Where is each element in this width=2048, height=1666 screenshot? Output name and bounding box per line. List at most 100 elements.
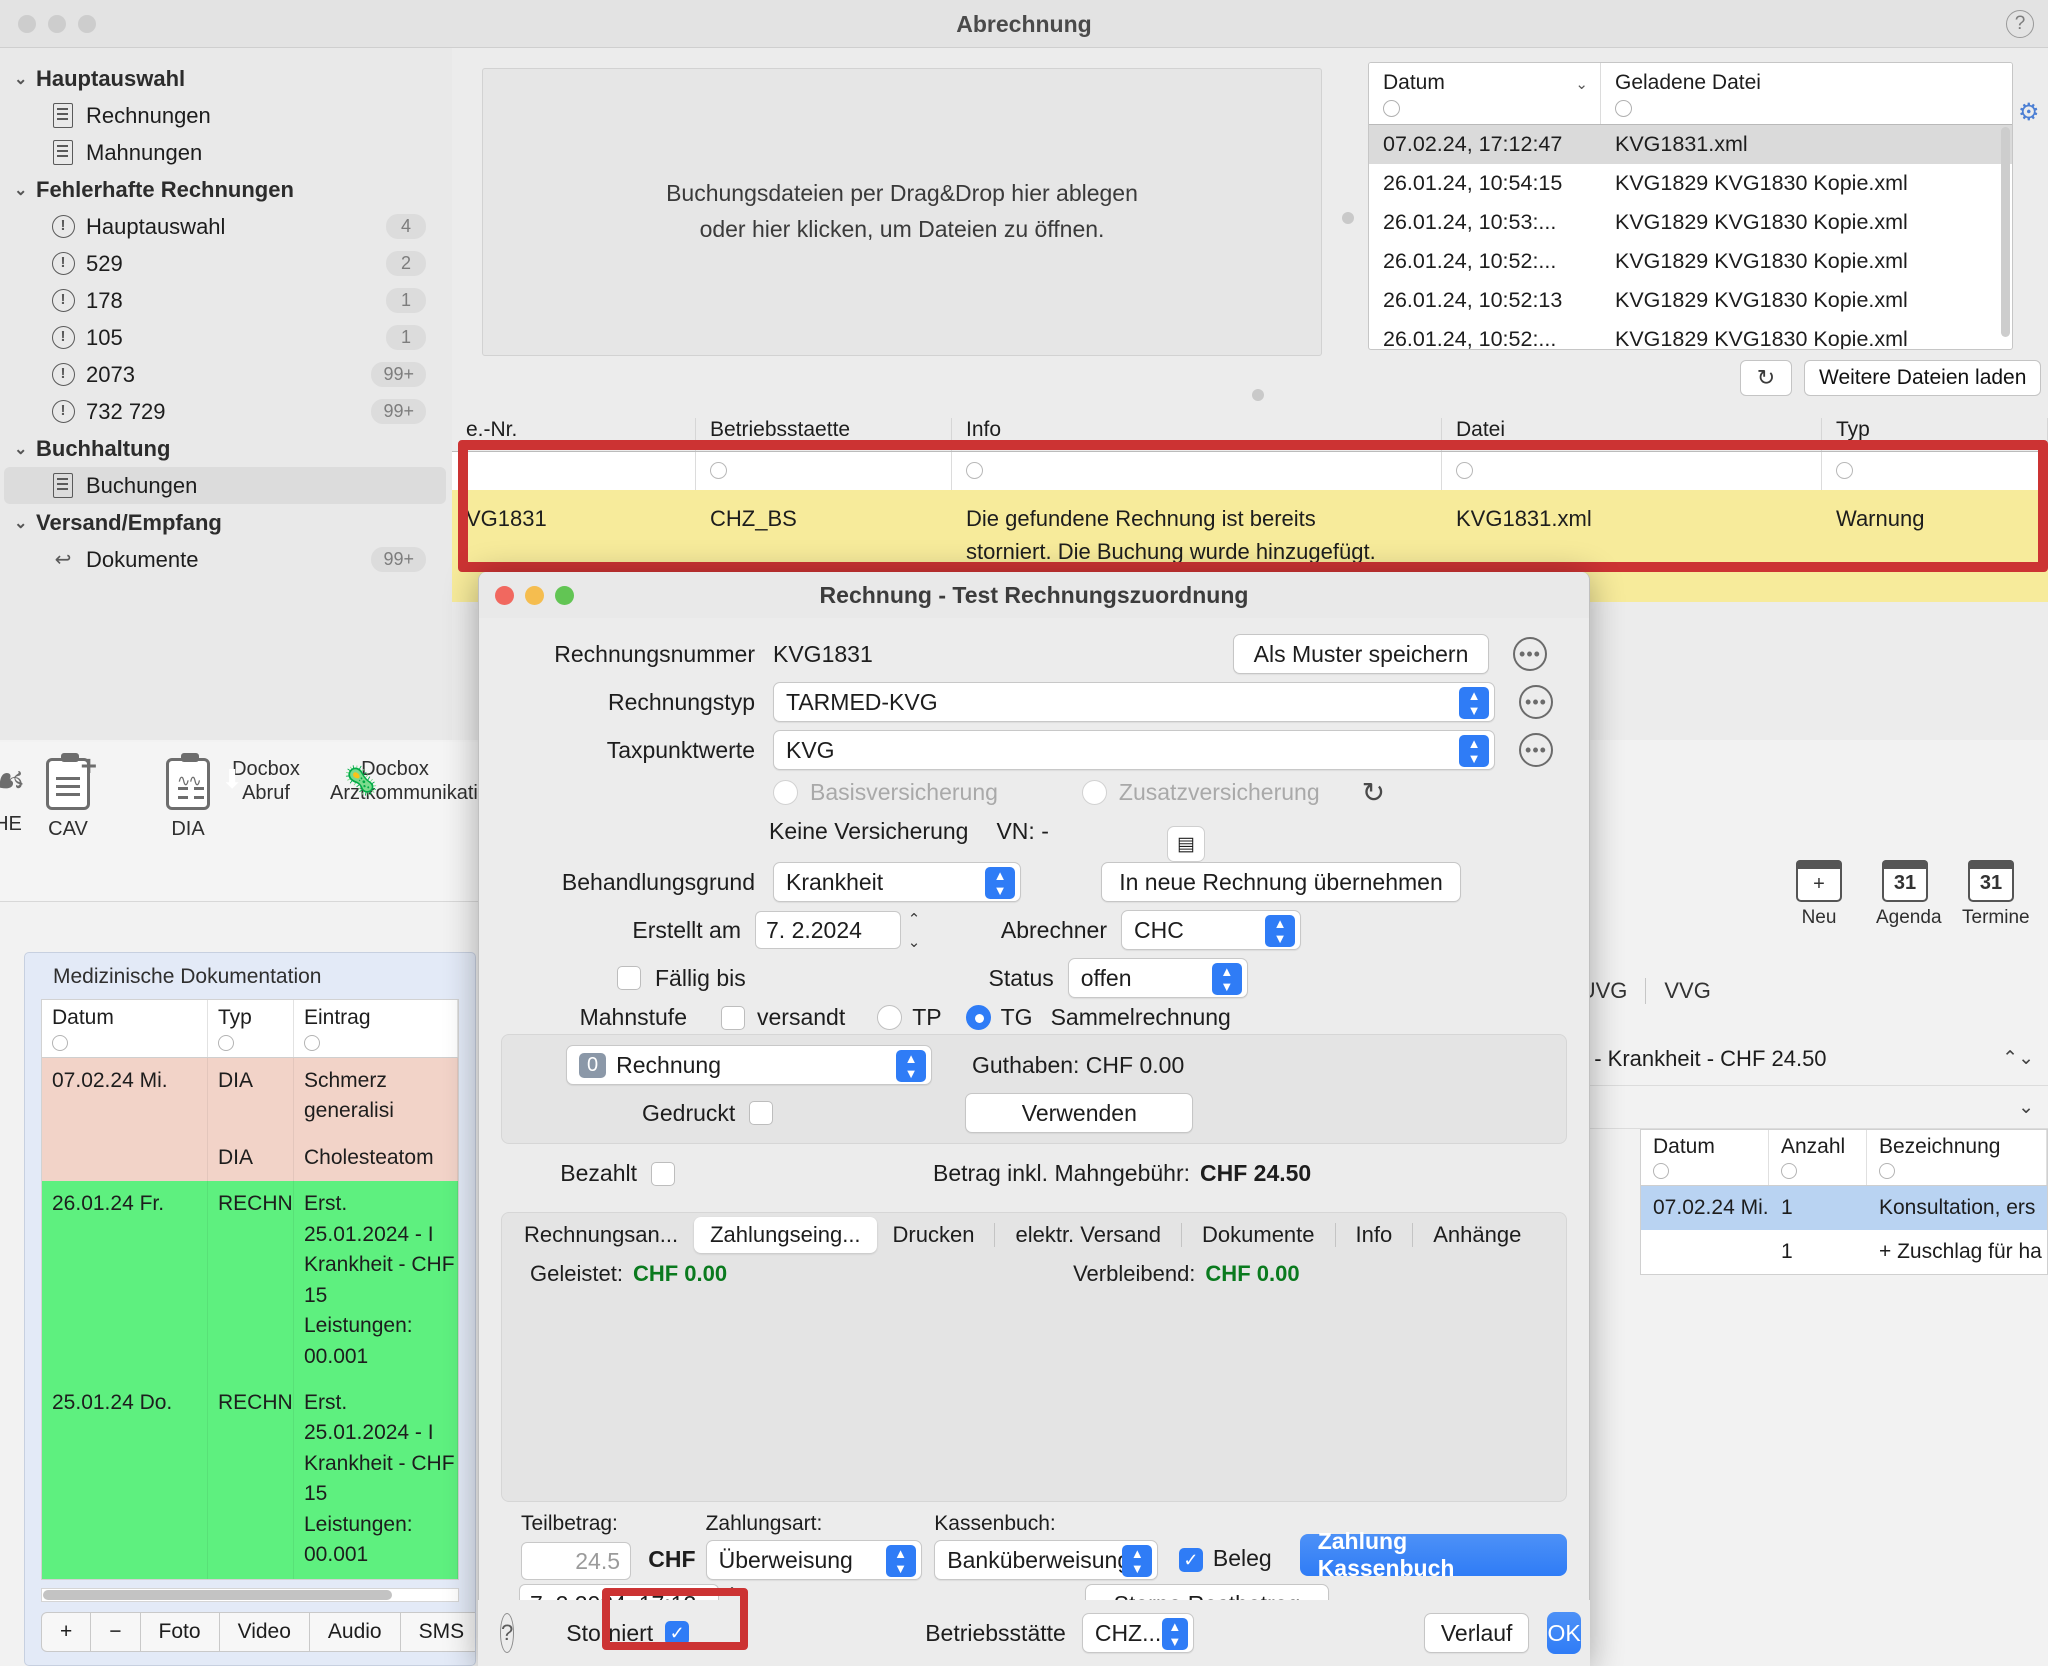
column-header-betriebsstaette[interactable]: Betriebsstaette bbox=[696, 418, 952, 451]
table-row[interactable]: 26.01.24, 10:53:... KVG1829 KVG1830 Kopi… bbox=[1369, 203, 2012, 242]
more-options-icon[interactable]: ••• bbox=[1519, 685, 1553, 719]
tab-drucken[interactable]: Drucken bbox=[877, 1217, 991, 1253]
toolbar-item-docbox-arztkommunikation[interactable]: 🦠 Docbox Arztkommunikatio bbox=[330, 758, 489, 805]
basisversicherung-radio[interactable] bbox=[773, 780, 798, 805]
gedruckt-checkbox[interactable] bbox=[749, 1101, 774, 1125]
more-options-icon[interactable]: ••• bbox=[1519, 733, 1553, 767]
neue-rechnung-uebernehmen-button[interactable]: In neue Rechnung übernehmen bbox=[1101, 862, 1461, 902]
column-header-anzahl[interactable]: Anzahl bbox=[1769, 1130, 1867, 1185]
toolbar-item-docbox-abruf[interactable]: ⬇ Docbox Abruf bbox=[218, 758, 314, 805]
table-row[interactable]: 26.01.24 Fr. RECHN Erst. 25.01.2024 - I … bbox=[42, 1181, 458, 1380]
table-row[interactable]: 1 + Zuschlag für ha bbox=[1641, 1230, 2047, 1274]
chevron-down-icon[interactable]: ⌄ bbox=[2018, 1096, 2034, 1119]
help-icon[interactable]: ? bbox=[500, 1613, 515, 1653]
load-more-files-button[interactable]: Weitere Dateien laden bbox=[1804, 360, 2042, 396]
audio-button[interactable]: Audio bbox=[309, 1611, 401, 1652]
sidebar-item-529[interactable]: ! 529 2 bbox=[0, 245, 452, 282]
foto-button[interactable]: Foto bbox=[140, 1611, 220, 1652]
column-header-datum[interactable]: Datum bbox=[1641, 1130, 1769, 1185]
verlauf-button[interactable]: Verlauf bbox=[1423, 1613, 1530, 1653]
table-row[interactable]: 07.02.24 Mi. 1 Konsultation, ers bbox=[1641, 1186, 2047, 1230]
column-header-bezeichnung[interactable]: Bezeichnung bbox=[1867, 1130, 2047, 1185]
teilbetrag-input[interactable]: 24.5 bbox=[521, 1542, 631, 1580]
filter-nr[interactable] bbox=[452, 452, 696, 490]
sidebar-group-buchhaltung[interactable]: ⌄ Buchhaltung bbox=[0, 430, 452, 467]
sidebar-item-mahnungen[interactable]: Mahnungen bbox=[0, 134, 452, 171]
column-header-typ[interactable]: Typ bbox=[1822, 418, 2048, 451]
filter-circle-icon[interactable] bbox=[1383, 100, 1400, 117]
taxpunktwerte-select[interactable]: KVG ▲ ▼ bbox=[773, 730, 1495, 770]
filter-circle-icon[interactable] bbox=[304, 1035, 320, 1051]
insurance-list-icon[interactable]: ▤ bbox=[1167, 826, 1205, 862]
toolbar-item-cav[interactable]: + CAV bbox=[20, 750, 116, 842]
save-pattern-button[interactable]: Als Muster speichern bbox=[1233, 634, 1489, 674]
table-row[interactable]: 26.01.24, 10:52:... KVG1829 KVG1830 Kopi… bbox=[1369, 320, 2012, 349]
sidebar-item-178[interactable]: ! 178 1 bbox=[0, 282, 452, 319]
neu-button[interactable]: + Neu bbox=[1790, 860, 1848, 929]
filter-circle-icon[interactable] bbox=[1781, 1163, 1797, 1179]
sidebar-item-105[interactable]: ! 105 1 bbox=[0, 319, 452, 356]
splitter-handle[interactable] bbox=[1342, 212, 1354, 224]
tab-dokumente[interactable]: Dokumente bbox=[1186, 1217, 1331, 1253]
reload-button[interactable]: ↻ bbox=[1740, 360, 1792, 396]
column-header-nr[interactable]: e.-Nr. bbox=[452, 418, 696, 451]
column-header-typ[interactable]: Typ bbox=[208, 1000, 294, 1057]
zahlungsart-select[interactable]: Überweisung ▲ ▼ bbox=[705, 1540, 922, 1580]
column-header-datum[interactable]: Datum bbox=[42, 1000, 208, 1057]
column-header-datum[interactable]: Datum ⌄ bbox=[1369, 63, 1601, 124]
tab-anhaenge[interactable]: Anhänge bbox=[1417, 1217, 1537, 1253]
table-row[interactable]: DIA Cholesteatom bbox=[42, 1134, 458, 1182]
sidebar-item-rechnungen[interactable]: Rechnungen bbox=[0, 97, 452, 134]
tp-radio[interactable] bbox=[877, 1005, 903, 1030]
filter-circle-icon[interactable] bbox=[1615, 100, 1632, 117]
filter-circle-icon[interactable] bbox=[1836, 462, 1853, 479]
zahlung-kassenbuch-button[interactable]: Zahlung Kassenbuch bbox=[1299, 1528, 1567, 1581]
more-options-icon[interactable]: ••• bbox=[1513, 637, 1547, 671]
sidebar-item-fehler-hauptauswahl[interactable]: ! Hauptauswahl 4 bbox=[0, 208, 452, 245]
filter-circle-icon[interactable] bbox=[1879, 1163, 1895, 1179]
filter-circle-icon[interactable] bbox=[966, 462, 983, 479]
sidebar-group-fehlerhafte-rechnungen[interactable]: ⌄ Fehlerhafte Rechnungen bbox=[0, 171, 452, 208]
termine-button[interactable]: 31 Termine bbox=[1962, 860, 2030, 929]
verwenden-button[interactable]: Verwenden bbox=[965, 1093, 1194, 1133]
storniert-checkbox[interactable]: ✓ bbox=[665, 1621, 690, 1645]
filter-typ[interactable] bbox=[1822, 452, 2048, 490]
gear-icon[interactable]: ⚙ bbox=[2018, 98, 2040, 127]
status-select[interactable]: offen ▲ ▼ bbox=[1067, 958, 1248, 998]
bezahlt-checkbox[interactable] bbox=[651, 1161, 675, 1186]
splitter-handle[interactable] bbox=[1252, 389, 1264, 401]
add-entry-button[interactable]: + bbox=[41, 1611, 92, 1652]
tab-info[interactable]: Info bbox=[1340, 1217, 1409, 1253]
filter-circle-icon[interactable] bbox=[218, 1035, 234, 1051]
behandlungsgrund-select[interactable]: Krankheit ▲ ▼ bbox=[773, 862, 1021, 902]
refresh-icon[interactable]: ↻ bbox=[1362, 776, 1385, 809]
filter-circle-icon[interactable] bbox=[52, 1035, 68, 1051]
agenda-button[interactable]: 31 Agenda bbox=[1876, 860, 1942, 929]
abrechner-select[interactable]: CHC ▲ ▼ bbox=[1121, 910, 1301, 950]
table-row[interactable]: 07.02.24 Mi. DIA Schmerz generalisi bbox=[42, 1058, 458, 1135]
table-row[interactable]: 26.01.24, 10:52:13 KVG1829 KVG1830 Kopie… bbox=[1369, 281, 2012, 320]
column-header-eintrag[interactable]: Eintrag bbox=[294, 1000, 458, 1057]
sidebar-item-buchungen[interactable]: Buchungen bbox=[4, 467, 446, 504]
versandt-checkbox[interactable] bbox=[721, 1005, 745, 1030]
chevron-updown-icon[interactable]: ⌃⌄ bbox=[2002, 1047, 2034, 1070]
ok-button[interactable]: OK bbox=[1547, 1612, 1581, 1654]
filter-circle-icon[interactable] bbox=[1456, 462, 1473, 479]
filter-circle-icon[interactable] bbox=[1653, 1163, 1669, 1179]
erstellt-am-field[interactable]: 7. 2.2024 bbox=[755, 911, 901, 949]
sidebar-item-732729[interactable]: ! 732 729 99+ bbox=[0, 393, 452, 430]
horizontal-scrollbar[interactable] bbox=[41, 1587, 459, 1602]
file-dropzone[interactable]: Buchungsdateien per Drag&Drop hier ableg… bbox=[482, 68, 1322, 356]
tab-zahlungseingang[interactable]: Zahlungseing... bbox=[694, 1217, 877, 1253]
table-row[interactable]: 26.01.24, 10:52:... KVG1829 KVG1830 Kopi… bbox=[1369, 242, 2012, 281]
beleg-checkbox[interactable]: ✓ bbox=[1178, 1548, 1203, 1572]
video-button[interactable]: Video bbox=[219, 1611, 310, 1652]
table-row[interactable]: 07.02.24, 17:12:47 KVG1831.xml bbox=[1369, 125, 2012, 164]
faellig-bis-checkbox[interactable] bbox=[617, 966, 641, 990]
sidebar-item-dokumente[interactable]: ↩ Dokumente 99+ bbox=[0, 541, 452, 578]
column-header-info[interactable]: Info bbox=[952, 418, 1442, 451]
filter-betriebsstaette[interactable] bbox=[696, 452, 952, 490]
mahnstufe-select[interactable]: 0 Rechnung ▲ ▼ bbox=[566, 1045, 932, 1085]
kassenbuch-select[interactable]: Banküberweisung ▲ ▼ bbox=[934, 1540, 1159, 1580]
table-row[interactable]: 25.01.24 Do. RECHN Erst. 25.01.2024 - I … bbox=[42, 1379, 458, 1579]
